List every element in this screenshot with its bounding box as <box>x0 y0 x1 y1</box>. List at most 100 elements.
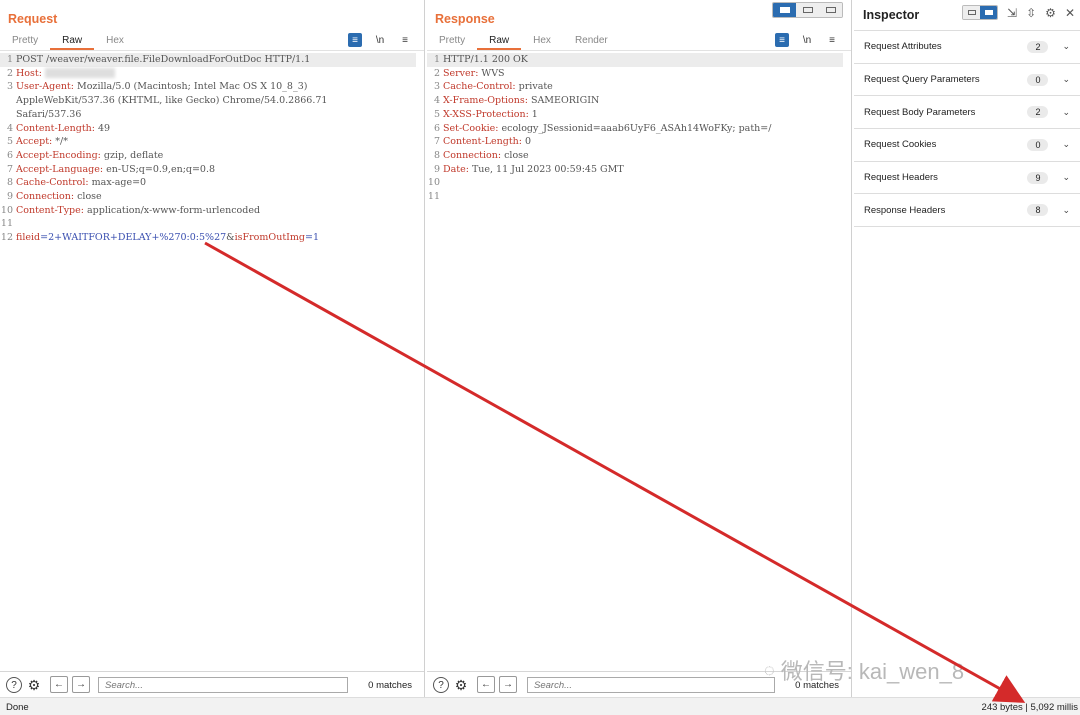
response-title: Response <box>435 12 495 26</box>
response-tab-raw[interactable]: Raw <box>477 33 522 50</box>
response-tool-icons: ≡ \n ≡ <box>775 33 839 47</box>
line-content: Accept-Encoding: gzip, deflate <box>16 149 163 163</box>
code-line: AppleWebKit/537.36 (KHTML, like Gecko) C… <box>0 94 416 108</box>
inspector-row[interactable]: Request Cookies 0 ⌄ <box>854 129 1080 162</box>
help-icon[interactable]: ? <box>433 677 449 693</box>
response-pane: Response Pretty Raw Hex Render ≡ \n ≡ 1 HTTP… <box>427 0 852 697</box>
line-content: X-Frame-Options: SAMEORIGIN <box>443 94 599 108</box>
header-name: Cache-Control: <box>443 81 516 93</box>
request-tab-raw[interactable]: Raw <box>50 33 95 50</box>
line-number <box>0 108 16 122</box>
inspector-row[interactable]: Request Query Parameters 0 ⌄ <box>854 64 1080 97</box>
line-content: Cache-Control: private <box>443 80 553 94</box>
inspector-title: Inspector <box>863 8 920 22</box>
line-content: X-XSS-Protection: 1 <box>443 108 538 122</box>
watermark-text: 微信号: kai_wen_8 <box>780 659 965 684</box>
code-line: 5 Accept: */* <box>0 135 416 149</box>
inspector-row-count: 0 <box>1027 73 1049 86</box>
line-content: Content-Length: 0 <box>443 135 531 149</box>
response-editor[interactable]: 1 HTTP/1.1 200 OK 2 Server: WVS 3 Cache-Contr… <box>427 53 843 204</box>
inspector-layout-toggle <box>962 5 999 20</box>
collapse-all-icon[interactable]: ⇳ <box>1026 6 1036 20</box>
code-line: 2 Host: <box>0 67 416 81</box>
line-number: 4 <box>433 95 440 107</box>
inspector-layout-right-button[interactable] <box>980 6 998 19</box>
request-editor[interactable]: 1 POST /weaver/weaver.file.FileDownloadFo… <box>0 53 416 245</box>
inspector-row[interactable]: Request Attributes 2 ⌄ <box>854 31 1080 64</box>
settings-icon[interactable]: ⚙ <box>453 677 469 693</box>
response-size-timing: 243 bytes | 5,092 millis <box>981 702 1078 713</box>
inspector-row[interactable]: Request Body Parameters 2 ⌄ <box>854 96 1080 130</box>
line-content: Accept-Language: en-US;q=0.9,en;q=0.8 <box>16 163 215 177</box>
param-value: 1 <box>312 232 319 244</box>
inspector-row[interactable]: Response Headers 8 ⌄ <box>854 194 1080 228</box>
code-line: 4 X-Frame-Options: SAMEORIGIN <box>427 94 843 108</box>
code-line: 10 Content-Type: application/x-www-form-u… <box>0 204 416 218</box>
line-content: Accept: */* <box>16 135 68 149</box>
newline-toggle-icon[interactable]: \n <box>373 33 387 47</box>
request-tab-pretty[interactable]: Pretty <box>0 33 50 50</box>
inspector-row-label: Request Headers <box>864 172 938 184</box>
code-line: 4 Content-Length: 49 <box>0 122 416 136</box>
response-tab-render[interactable]: Render <box>563 33 620 50</box>
forward-button[interactable]: → <box>499 676 517 693</box>
response-search-input[interactable] <box>527 677 775 693</box>
header-value: ecology_JSessionid=aaab6UyF6_ASAh14WoFKy… <box>498 122 772 134</box>
chevron-down-icon[interactable]: ⌄ <box>1062 172 1070 183</box>
redacted-host <box>44 68 115 79</box>
code-line: 8 Cache-Control: max-age=0 <box>0 176 416 190</box>
inspector-row-count: 9 <box>1027 171 1049 184</box>
code-line: 9 Date: Tue, 11 Jul 2023 00:59:45 GMT <box>427 163 843 177</box>
layout-tabs-button[interactable] <box>819 3 842 17</box>
pretty-toggle-icon[interactable]: ≡ <box>348 33 362 47</box>
back-button[interactable]: ← <box>50 676 68 693</box>
header-value: 0 <box>521 136 532 148</box>
line-number: 8 <box>433 149 440 161</box>
help-icon[interactable]: ? <box>6 677 22 693</box>
header-value: private <box>515 81 553 93</box>
response-tab-pretty[interactable]: Pretty <box>427 33 477 50</box>
layout-side-by-side-button[interactable] <box>773 3 796 17</box>
line-content: Content-Length: 49 <box>16 122 110 136</box>
response-tab-hex[interactable]: Hex <box>521 33 563 50</box>
line-content: User-Agent: Mozilla/5.0 (Macintosh; Inte… <box>16 80 307 94</box>
code-line: 2 Server: WVS <box>427 67 843 81</box>
newline-toggle-icon[interactable]: \n <box>800 33 814 47</box>
line-number: 7 <box>433 136 440 148</box>
line-number: 9 <box>6 191 13 203</box>
forward-button[interactable]: → <box>72 676 90 693</box>
settings-icon[interactable]: ⚙ <box>26 677 42 693</box>
close-icon[interactable]: ✕ <box>1065 6 1075 20</box>
expand-all-icon[interactable]: ⇲ <box>1007 6 1017 20</box>
request-search-bar: ? ⚙ ← → 0 matches <box>0 671 424 697</box>
code-line: 6 Set-Cookie: ecology_JSessionid=aaab6UyF… <box>427 122 843 136</box>
code-line: 3 Cache-Control: private <box>427 80 843 94</box>
line-content: Content-Type: application/x-www-form-url… <box>16 204 260 218</box>
line-number: 10 <box>0 204 13 216</box>
chevron-down-icon[interactable]: ⌄ <box>1062 107 1070 118</box>
chevron-down-icon[interactable]: ⌄ <box>1062 41 1070 52</box>
inspector-layout-left-button[interactable] <box>963 6 981 19</box>
line-content: AppleWebKit/537.36 (KHTML, like Gecko) C… <box>16 94 327 108</box>
header-name: X-Frame-Options: <box>443 95 528 107</box>
chevron-down-icon[interactable]: ⌄ <box>1062 205 1070 216</box>
line-number: 5 <box>6 136 13 148</box>
line-content: Server: WVS <box>443 67 505 81</box>
settings-icon[interactable]: ⚙ <box>1045 6 1056 20</box>
menu-icon[interactable]: ≡ <box>825 33 839 47</box>
request-tab-hex[interactable]: Hex <box>94 33 136 50</box>
request-title: Request <box>8 12 58 26</box>
watermark: ◌ 微信号: kai_wen_8 <box>764 654 964 686</box>
pretty-toggle-icon[interactable]: ≡ <box>775 33 789 47</box>
code-line: 1 HTTP/1.1 200 OK <box>427 53 843 67</box>
chevron-down-icon[interactable]: ⌄ <box>1062 139 1070 150</box>
inspector-row[interactable]: Request Headers 9 ⌄ <box>854 162 1080 195</box>
chevron-down-icon[interactable]: ⌄ <box>1062 74 1070 85</box>
inspector-row-label: Request Query Parameters <box>864 74 980 86</box>
back-button[interactable]: ← <box>477 676 495 693</box>
layout-stacked-button[interactable] <box>796 3 819 17</box>
line-number: 5 <box>433 108 440 120</box>
menu-icon[interactable]: ≡ <box>398 33 412 47</box>
status-bar: Done 243 bytes | 5,092 millis <box>0 697 1080 715</box>
request-search-input[interactable] <box>98 677 348 693</box>
